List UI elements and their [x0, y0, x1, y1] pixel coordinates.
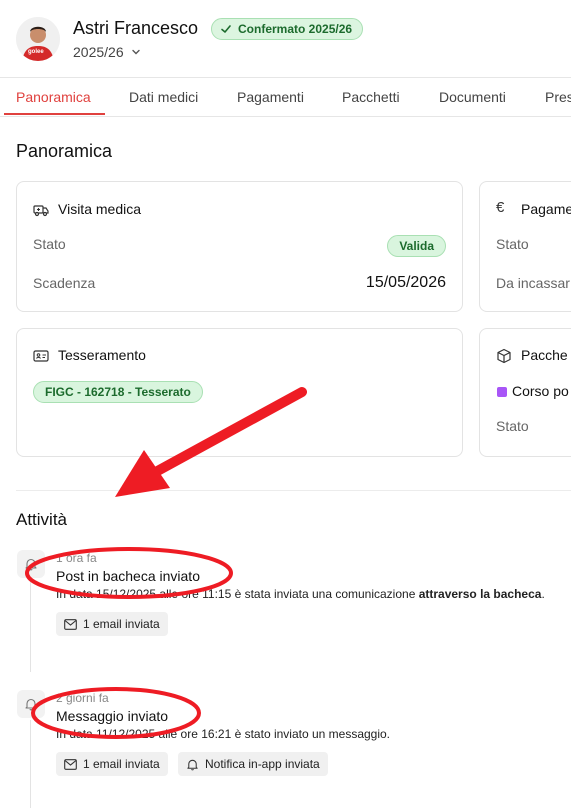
stato-label: Stato: [496, 236, 529, 252]
avatar-jersey-text: golee: [28, 49, 44, 55]
tesseramento-badge: FIGC - 162718 - Tesserato: [33, 381, 203, 403]
package-icon: [497, 348, 511, 364]
avatar[interactable]: golee: [16, 17, 60, 61]
euro-icon: €: [496, 199, 505, 216]
tab-documenti[interactable]: Documenti: [439, 89, 506, 105]
activity-description: In data 11/12/2025 alle ore 16:21 è stat…: [56, 727, 391, 741]
ambulance-icon: [33, 205, 49, 217]
card-tesseramento[interactable]: Tesseramento FIGC - 162718 - Tesserato: [16, 328, 463, 457]
tab-presenze[interactable]: Pres: [545, 89, 571, 105]
card-title: Tesseramento: [58, 347, 146, 363]
card-visita-medica[interactable]: Visita medica Stato Valida Scadenza 15/0…: [16, 181, 463, 312]
activity-title-text: Post in bacheca inviato: [56, 568, 200, 584]
activity-description: In data 15/12/2025 alle ore 11:15 è stat…: [56, 587, 545, 601]
card-pagamenti[interactable]: € Pagame Stato Da incassar: [479, 181, 571, 312]
status-badge: Confermato 2025/26: [211, 18, 364, 40]
id-card-icon: [33, 350, 49, 362]
timeline-line: [30, 580, 31, 672]
email-sent-label: 1 email inviata: [83, 617, 160, 631]
active-tab-indicator: [4, 113, 105, 115]
tab-dati-medici[interactable]: Dati medici: [129, 89, 198, 105]
email-sent-chip[interactable]: 1 email inviata: [56, 612, 168, 636]
timeline-line: [30, 720, 31, 808]
season-selector[interactable]: 2025/26: [73, 44, 142, 60]
card-title: Pacche: [521, 347, 568, 363]
scadenza-value: 15/05/2026: [365, 274, 446, 291]
status-badge-label: Confermato 2025/26: [238, 22, 353, 36]
chevron-down-icon: [131, 49, 140, 55]
tab-pacchetti[interactable]: Pacchetti: [342, 89, 400, 105]
package-item: Corso po: [512, 383, 569, 399]
card-pacchetti[interactable]: Pacche Corso po Stato: [479, 328, 571, 457]
card-title: Visita medica: [58, 201, 142, 217]
bell-icon: [25, 558, 37, 571]
stato-label: Stato: [33, 236, 66, 252]
page-title: Panoramica: [16, 141, 113, 161]
section-divider: [16, 490, 571, 491]
visita-status-badge: Valida: [387, 235, 446, 257]
scadenza-label: Scadenza: [33, 275, 96, 291]
stato-label: Stato: [496, 418, 529, 434]
activity-time: 2 giorni fa: [56, 691, 109, 705]
activity-title-text: Messaggio inviato: [56, 708, 169, 724]
email-sent-label: 1 email inviata: [83, 757, 160, 771]
season-label: 2025/26: [73, 44, 124, 60]
mail-icon: [64, 758, 77, 770]
da-incassare-label: Da incassar: [496, 275, 570, 291]
activity-icon: [17, 550, 45, 578]
card-title: Pagame: [521, 201, 571, 217]
in-app-notification-label: Notifica in-app inviata: [205, 757, 320, 771]
tab-pagamenti[interactable]: Pagamenti: [237, 89, 304, 105]
in-app-notification-chip[interactable]: Notifica in-app inviata: [178, 752, 328, 776]
activity-icon: [17, 690, 45, 718]
activity-title: Attività: [16, 510, 68, 529]
activity-time: 1 ora fa: [56, 551, 97, 565]
bell-icon: [25, 698, 37, 711]
email-sent-chip[interactable]: 1 email inviata: [56, 752, 168, 776]
bell-icon: [187, 759, 198, 770]
athlete-name: Astri Francesco: [73, 18, 199, 38]
tab-panoramica[interactable]: Panoramica: [16, 89, 91, 105]
package-color-dot: [497, 387, 507, 397]
check-icon: [221, 25, 231, 33]
mail-icon: [64, 618, 77, 630]
profile-header: golee Astri Francesco Confermato 2025/26…: [0, 0, 571, 78]
tab-bar: Panoramica Dati medici Pagamenti Pacchet…: [0, 78, 571, 117]
